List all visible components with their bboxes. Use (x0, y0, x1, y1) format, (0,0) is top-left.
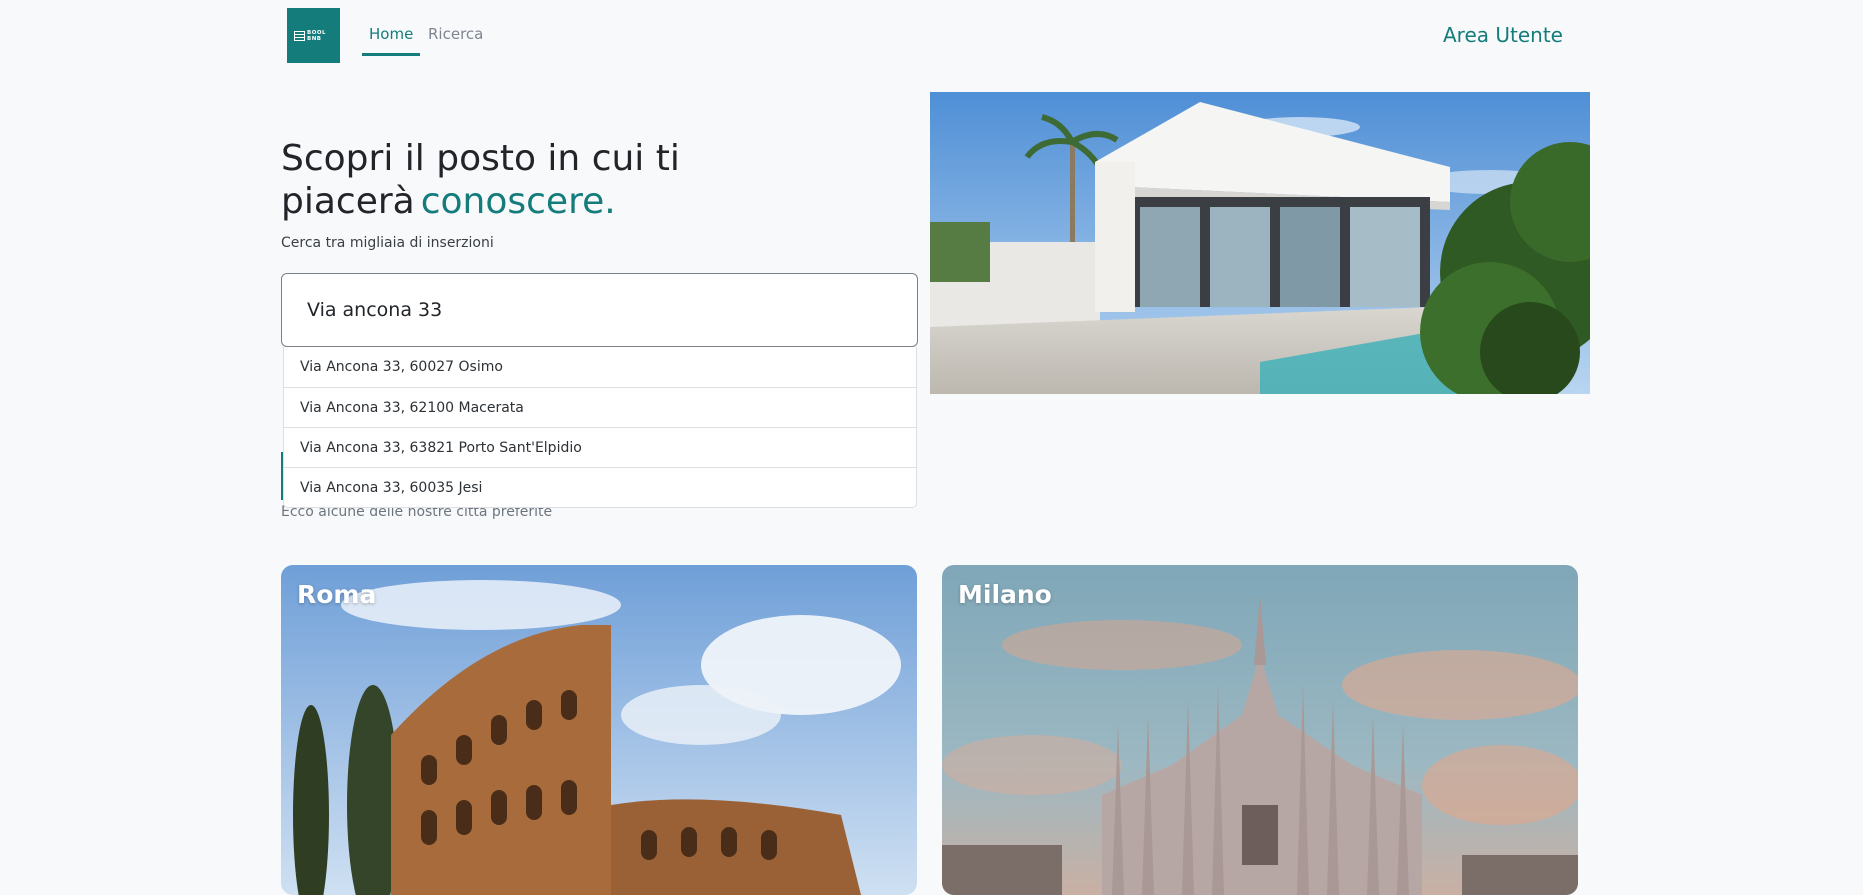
hero-title-line1: Scopri il posto in cui ti (281, 138, 680, 179)
hero-title-line2: piacerà conoscere. (281, 180, 881, 223)
address-search-input[interactable]: Via ancona 33 (281, 273, 918, 347)
autocomplete-option[interactable]: Via Ancona 33, 63821 Porto Sant'Elpidio (284, 427, 916, 467)
site-header: BOOL BNB Home Ricerca Area Utente (0, 0, 1863, 70)
hero-house-image (930, 92, 1590, 394)
nav-link-home[interactable]: Home (362, 25, 421, 56)
hero-subtitle: Cerca tra migliaia di inserzioni (281, 235, 494, 251)
city-card-milano[interactable]: Milano (942, 565, 1578, 895)
milano-duomo-image (942, 565, 1578, 895)
city-card-roma[interactable]: Roma (281, 565, 917, 895)
autocomplete-option[interactable]: Via Ancona 33, 62100 Macerata (284, 387, 916, 427)
logo[interactable]: BOOL BNB (287, 8, 340, 63)
autocomplete-option[interactable]: Via Ancona 33, 60027 Osimo (284, 347, 916, 387)
roma-colosseum-image (281, 565, 917, 895)
hero-title: Scopri il posto in cui ti piacerà conosce… (281, 137, 881, 223)
hero-title-accent: conoscere. (420, 181, 616, 222)
city-name-roma: Roma (297, 580, 377, 609)
city-name-milano: Milano (958, 580, 1052, 609)
area-utente-link[interactable]: Area Utente (1443, 23, 1563, 47)
logo-text: BOOL BNB (307, 29, 327, 42)
hero-title-word: piacerà (281, 181, 415, 222)
nav-link-ricerca[interactable]: Ricerca (428, 25, 483, 43)
autocomplete-dropdown: Via Ancona 33, 60027 Osimo Via Ancona 33… (283, 347, 917, 508)
autocomplete-option[interactable]: Via Ancona 33, 60035 Jesi (284, 467, 916, 507)
search-input-value: Via ancona 33 (307, 299, 443, 321)
logo-mark-icon (294, 30, 305, 41)
